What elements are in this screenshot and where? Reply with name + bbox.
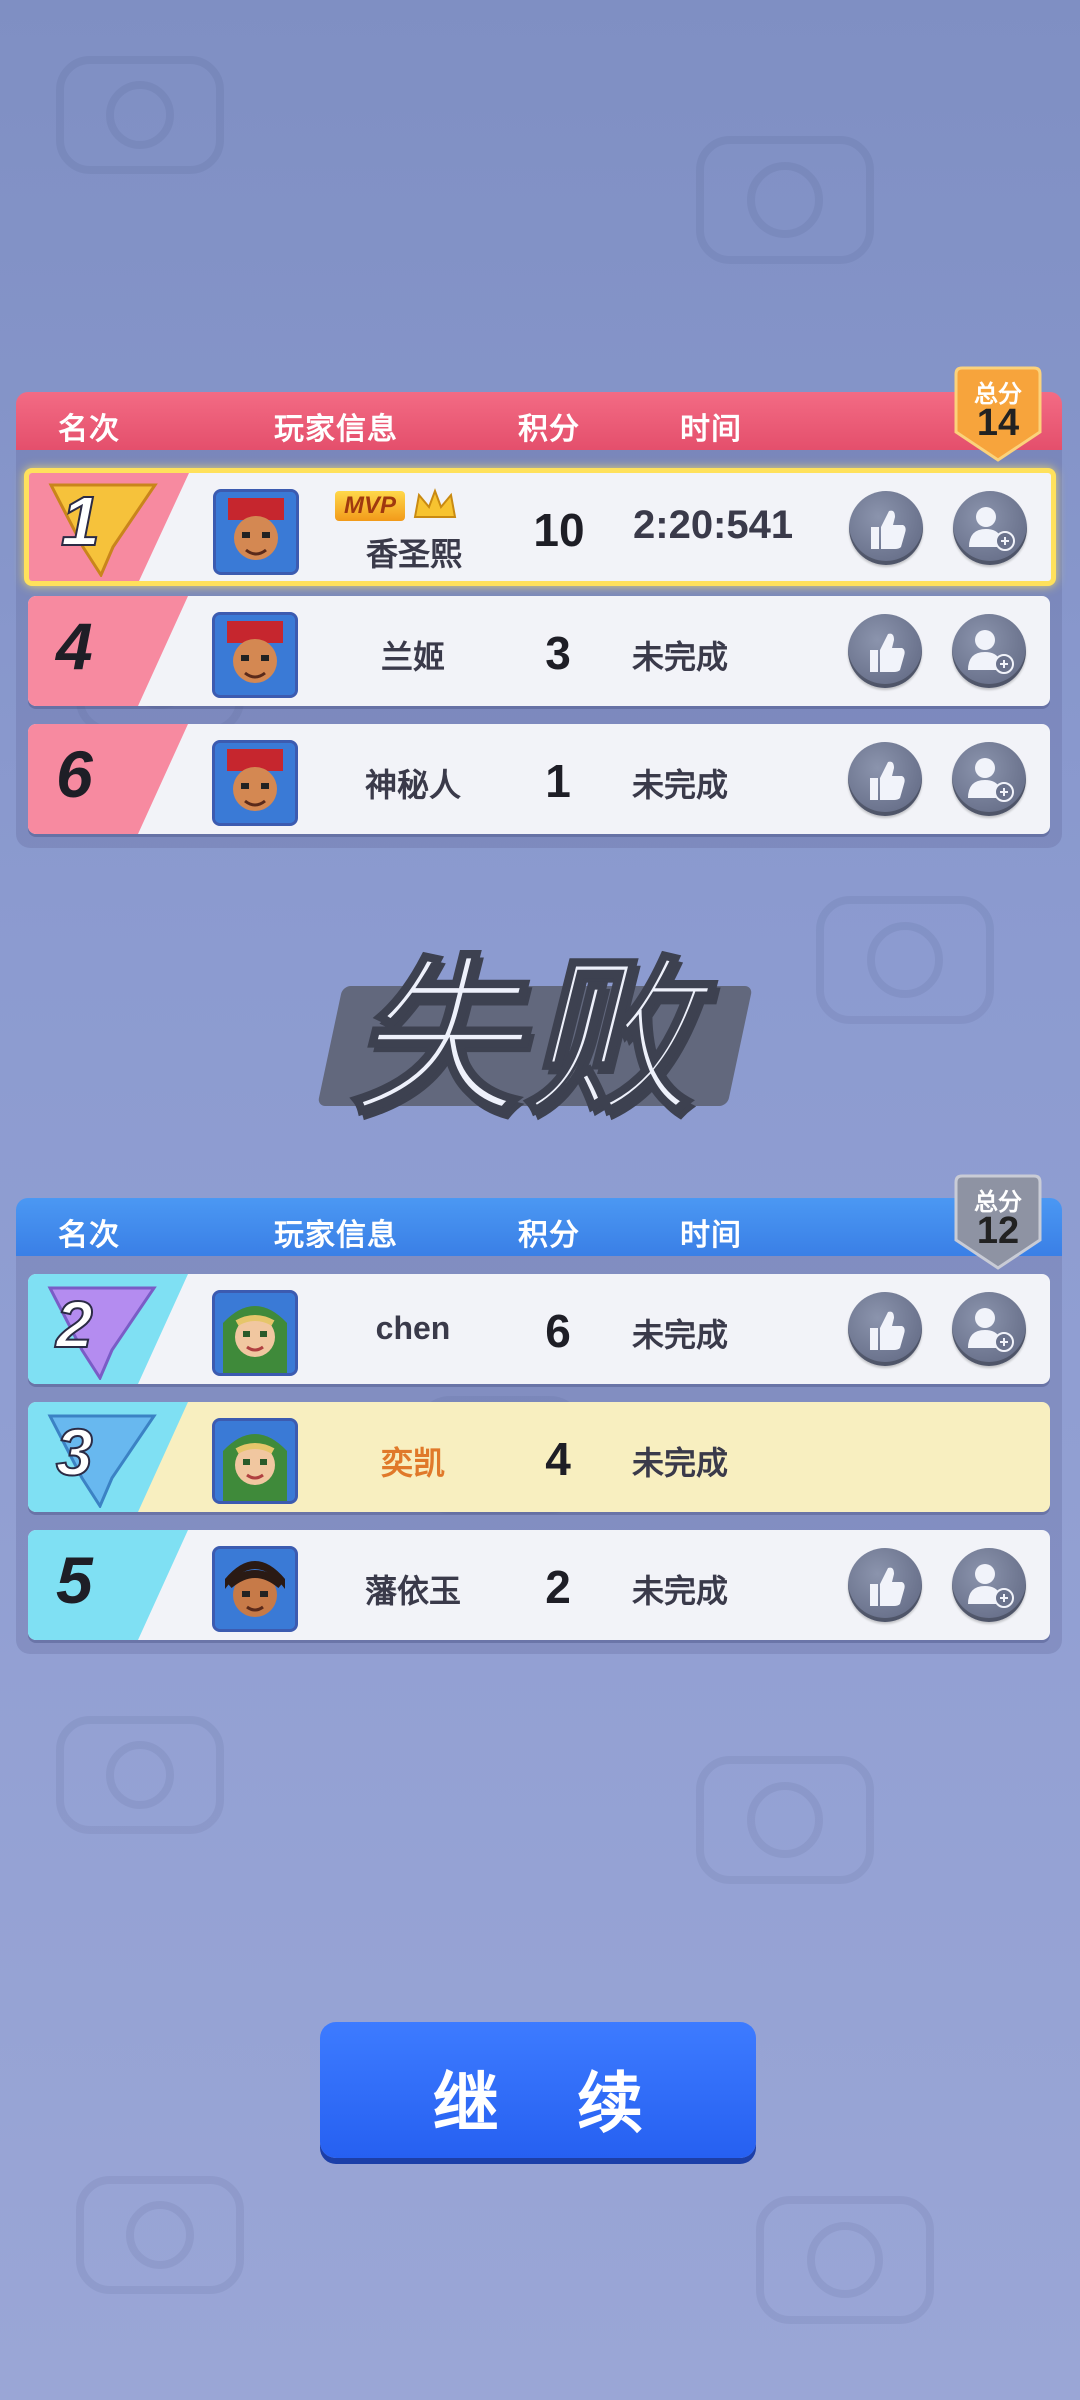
avatar[interactable]	[212, 1418, 298, 1504]
blue-total-score-badge: 总分 12	[952, 1174, 1044, 1270]
player-name: 兰姬	[380, 639, 445, 675]
total-value: 14	[976, 402, 1020, 444]
continue-button[interactable]: 继 续	[320, 2022, 756, 2158]
avatar[interactable]	[212, 1290, 298, 1376]
rank-number: 2	[55, 1286, 94, 1362]
player-time: 2:20:541	[633, 503, 794, 547]
add-friend-icon	[968, 1308, 1014, 1352]
avatar[interactable]	[212, 612, 298, 698]
avatar[interactable]	[213, 489, 299, 575]
like-button[interactable]	[849, 491, 923, 565]
player-score: 6	[545, 1305, 571, 1357]
player-row-self: 3 奕凯 4 未完成	[28, 1402, 1050, 1512]
player-name: 奕凯	[380, 1445, 445, 1481]
result-title: 失败	[348, 939, 699, 1140]
header-rank: 名次	[58, 1219, 120, 1252]
add-friend-icon	[968, 758, 1014, 802]
player-time: 未完成	[632, 1317, 729, 1353]
thumbs-up-icon	[870, 633, 905, 672]
player-score: 1	[545, 755, 571, 807]
player-row: 2 chen 6 未完成	[28, 1274, 1050, 1384]
continue-label: 继 续	[432, 2066, 674, 2140]
player-row: 4 兰姬 3 未完成	[28, 596, 1050, 706]
red-total-score-badge: 总分 14	[952, 366, 1044, 462]
player-score: 3	[545, 627, 571, 679]
like-button[interactable]	[848, 614, 922, 688]
like-button[interactable]	[848, 1292, 922, 1366]
avatar[interactable]	[212, 1546, 298, 1632]
blue-team-header: 名次 玩家信息 积分 时间	[16, 1198, 1062, 1256]
add-friend-button[interactable]	[952, 614, 1026, 688]
player-time: 未完成	[632, 767, 729, 803]
thumbs-up-icon	[870, 1567, 905, 1606]
add-friend-icon	[969, 507, 1015, 551]
header-player-info: 玩家信息	[274, 1219, 398, 1252]
rank-banner	[28, 724, 188, 834]
add-friend-button[interactable]	[953, 491, 1027, 565]
header-time: 时间	[680, 413, 742, 446]
header-rank: 名次	[58, 413, 120, 446]
add-friend-button[interactable]	[952, 742, 1026, 816]
add-friend-button[interactable]	[952, 1292, 1026, 1366]
add-friend-button[interactable]	[952, 1548, 1026, 1622]
rank-number: 1	[60, 481, 101, 561]
like-button[interactable]	[848, 742, 922, 816]
player-name: 香圣熙	[365, 536, 462, 572]
player-score: 2	[545, 1561, 571, 1613]
rank-number: 6	[56, 737, 93, 811]
add-friend-icon	[968, 1564, 1014, 1608]
player-row-mvp: 1 MVP 香圣熙 10 2:20:541	[24, 468, 1056, 586]
header-score: 积分	[518, 1219, 580, 1252]
like-button[interactable]	[848, 1548, 922, 1622]
player-name: 神秘人	[364, 767, 461, 803]
rank-number: 3	[55, 1414, 94, 1490]
mvp-badge: MVP	[335, 491, 405, 521]
player-score: 10	[533, 504, 585, 556]
rank-number: 4	[56, 609, 93, 683]
rank-number: 5	[56, 1543, 93, 1617]
red-team-header: 名次 玩家信息 积分 时间	[16, 392, 1062, 450]
header-score: 积分	[518, 413, 580, 446]
header-player-info: 玩家信息	[274, 413, 398, 446]
player-time: 未完成	[632, 1573, 729, 1609]
player-time: 未完成	[632, 1445, 729, 1481]
player-name: chen	[375, 1310, 451, 1346]
rank-banner	[28, 596, 188, 706]
player-name: 藩依玉	[364, 1573, 461, 1609]
player-row: 5 藩依玉 2 未完成	[28, 1530, 1050, 1640]
thumbs-up-icon	[871, 510, 906, 549]
thumbs-up-icon	[870, 1311, 905, 1350]
player-time: 未完成	[632, 639, 729, 675]
add-friend-icon	[968, 630, 1014, 674]
thumbs-up-icon	[870, 761, 905, 800]
total-value: 12	[976, 1210, 1020, 1252]
player-score: 4	[545, 1433, 571, 1485]
player-row: 6 神秘人 1 未完成	[28, 724, 1050, 834]
avatar[interactable]	[212, 740, 298, 826]
rank-banner	[28, 1530, 188, 1640]
header-time: 时间	[680, 1219, 742, 1252]
crown-icon	[413, 488, 457, 518]
